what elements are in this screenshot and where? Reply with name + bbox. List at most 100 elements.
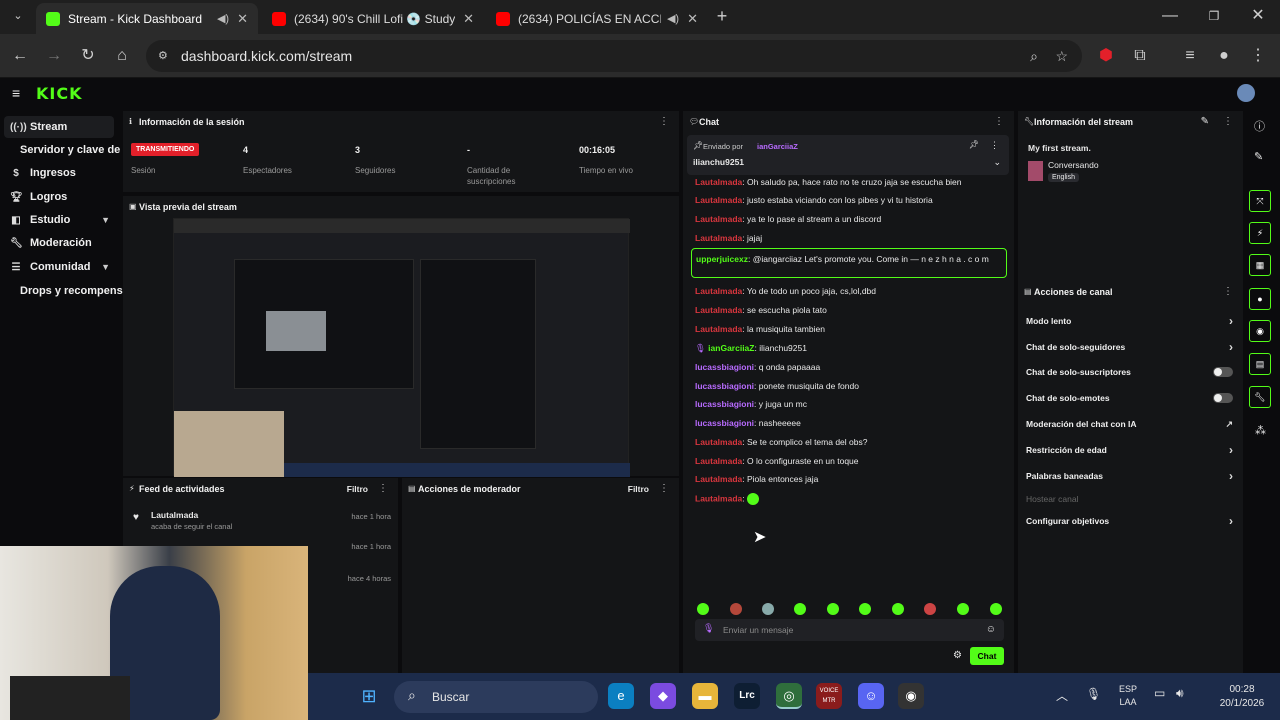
hamburger-menu-icon[interactable]: ≡ [12,85,20,101]
forward-icon[interactable]: → [42,44,66,68]
language-indicator[interactable]: ESP LAA [1116,683,1140,709]
emoji-picker-icon[interactable]: ☺ [986,624,996,635]
volume-icon[interactable]: 🔊︎ [1176,686,1184,701]
toggle-switch[interactable] [1213,367,1233,377]
action-emotes-only[interactable]: Chat de solo-emotes [1026,393,1233,407]
action-age-restriction[interactable]: Restricción de edad › [1026,443,1233,459]
emote-icon[interactable] [990,603,1002,615]
close-tab-icon[interactable]: ✕ [237,11,248,27]
pinned-message[interactable]: 📌︎ Enviado por ianGarciiaZ ilianchu9251 … [687,135,1009,175]
chat-username[interactable]: Lautalmada [695,177,742,187]
chat-username[interactable]: Lautalmada [695,437,742,447]
home-icon[interactable]: ⌂ [110,44,134,68]
windows-start-icon[interactable]: ⊞ [356,683,382,709]
info-icon[interactable]: ⓘ [1254,118,1265,134]
unpin-icon[interactable]: 📌︎ [969,140,979,149]
action-followers-only[interactable]: Chat de solo-seguidores › [1026,340,1233,356]
browser-tab-0[interactable]: Stream - Kick Dashboard ◀) ✕ [36,3,258,34]
sidebar-item-moderacion[interactable]: 🔧︎ Moderación [4,232,114,254]
add-widget-icon[interactable]: ⁂ [1255,424,1266,437]
address-input[interactable]: ⚙ dashboard.kick.com/stream ⌕ ☆ [146,40,1082,72]
chat-username[interactable]: Lautalmada [695,493,742,503]
sidebar-item-estudio[interactable]: ◧ Estudio ▼ [4,209,114,231]
tray-chevron-up-icon[interactable]: ︿ [1056,687,1068,704]
back-icon[interactable]: ← [8,44,32,68]
copilot-icon[interactable]: ◆ [650,683,676,709]
emote-icon[interactable] [892,603,904,615]
clip-icon[interactable]: ▦ [1249,254,1271,276]
tab-list-chevron-icon[interactable]: ⌄ [6,4,30,28]
clock[interactable]: 00:28 20/1/2026 [1212,683,1272,711]
emote-icon[interactable] [762,603,774,615]
chat-username[interactable]: Lautalmada [695,195,742,205]
sidebar-item-stream[interactable]: ((·)) Stream [4,116,114,138]
chat-username[interactable]: ianGarciiaZ [708,343,754,353]
close-tab-icon[interactable]: ✕ [687,11,698,27]
chat-username[interactable]: Lautalmada [695,305,742,315]
file-explorer-icon[interactable]: ▬ [692,683,718,709]
emote-icon[interactable] [794,603,806,615]
sidebar-item-comunidad[interactable]: ☰ Comunidad ▼ [4,256,114,278]
chat-bubble-icon[interactable]: ● [1249,288,1271,310]
more-options-icon[interactable]: ⋮ [659,111,669,133]
sidebar-item-drops[interactable]: Drops y recompensas [16,280,135,302]
action-banned-words[interactable]: Palabras baneadas › [1026,469,1233,485]
quick-action-icon[interactable]: ⤧ [1249,190,1271,212]
action-subscribers-only[interactable]: Chat de solo-suscriptores [1026,367,1233,381]
chat-username[interactable]: Lautalmada [695,456,742,466]
browser-tab-1[interactable]: (2634) 90's Chill Lofi 💿 Study M ✕ [262,3,484,34]
chat-username[interactable]: Lautalmada [695,474,742,484]
profile-avatar-icon[interactable]: ● [1212,44,1236,68]
sidebar-item-ingresos[interactable]: $ Ingresos [4,162,114,184]
bolt-icon[interactable]: ⚡︎ [1249,222,1271,244]
toggle-switch[interactable] [1213,393,1233,403]
extensions-puzzle-icon[interactable]: ⧉ [1128,44,1152,68]
minimize-icon[interactable]: — [1158,4,1182,28]
chat-settings-gear-icon[interactable]: ⚙ [953,650,962,661]
action-ai-moderation[interactable]: Moderación del chat con IA ↗ [1026,419,1233,433]
chat-username[interactable]: lucassbiagioni [695,362,754,372]
mod-list-icon[interactable]: ▤ [1249,353,1271,375]
extension-red-icon[interactable]: ⬢ [1094,44,1118,68]
emote-icon[interactable] [957,603,969,615]
emote-icon[interactable] [827,603,839,615]
chat-username[interactable]: lucassbiagioni [695,418,754,428]
more-options-icon[interactable]: ⋮ [659,478,669,500]
emote-icon[interactable] [697,603,709,615]
emote-icon[interactable] [924,603,936,615]
chat-input[interactable]: 🎙︎ Enviar un mensaje ☺ [695,619,1004,641]
user-avatar[interactable] [1237,84,1255,102]
site-info-icon[interactable]: ⚙ [158,40,168,72]
broadcast-icon[interactable]: ◉ [1249,320,1271,342]
filter-button[interactable]: Filtro [347,478,368,500]
network-icon[interactable]: ▭ [1154,686,1165,700]
bookmark-star-icon[interactable]: ☆ [1055,40,1068,72]
more-options-icon[interactable]: ⋮ [994,111,1004,133]
sidebar-item-logros[interactable]: 🏆︎ Logros [4,186,114,208]
action-slow-mode[interactable]: Modo lento › [1026,314,1233,330]
chat-username[interactable]: Lautalmada [695,214,742,224]
chat-username[interactable]: Lautalmada [695,324,742,334]
chat-username[interactable]: Lautalmada [695,233,742,243]
discord-icon[interactable]: ☺ [858,683,884,709]
chevron-down-icon[interactable]: ⌄ [993,157,1001,168]
stream-preview-video[interactable] [173,218,630,477]
speaker-icon[interactable]: ◀) [667,12,679,25]
new-tab-icon[interactable]: + [710,4,734,28]
emote-icon[interactable] [859,603,871,615]
browser-tab-2[interactable]: (2634) POLICÍAS EN ACCIÓN ◀) ✕ [486,3,708,34]
chrome-icon[interactable]: ◎ [776,683,802,709]
emote-icon[interactable] [730,603,742,615]
pinned-user[interactable]: ianGarciiaZ [757,142,798,151]
wrench-icon[interactable]: 🔧︎ [1249,386,1271,408]
speaker-icon[interactable]: ◀) [217,12,229,25]
obs-icon[interactable]: ◉ [898,683,924,709]
chat-username[interactable]: lucassbiagioni [695,381,754,391]
sidebar-item-server-key[interactable]: Servidor y clave de re [16,139,122,161]
more-options-icon[interactable]: ⋮ [1223,281,1233,303]
media-control-icon[interactable]: ≡ [1178,44,1202,68]
restore-icon[interactable]: ❐ [1202,4,1226,28]
more-options-icon[interactable]: ⋮ [1223,111,1233,133]
send-chat-button[interactable]: Chat [970,647,1004,665]
lightroom-icon[interactable]: Lrc [734,683,760,709]
